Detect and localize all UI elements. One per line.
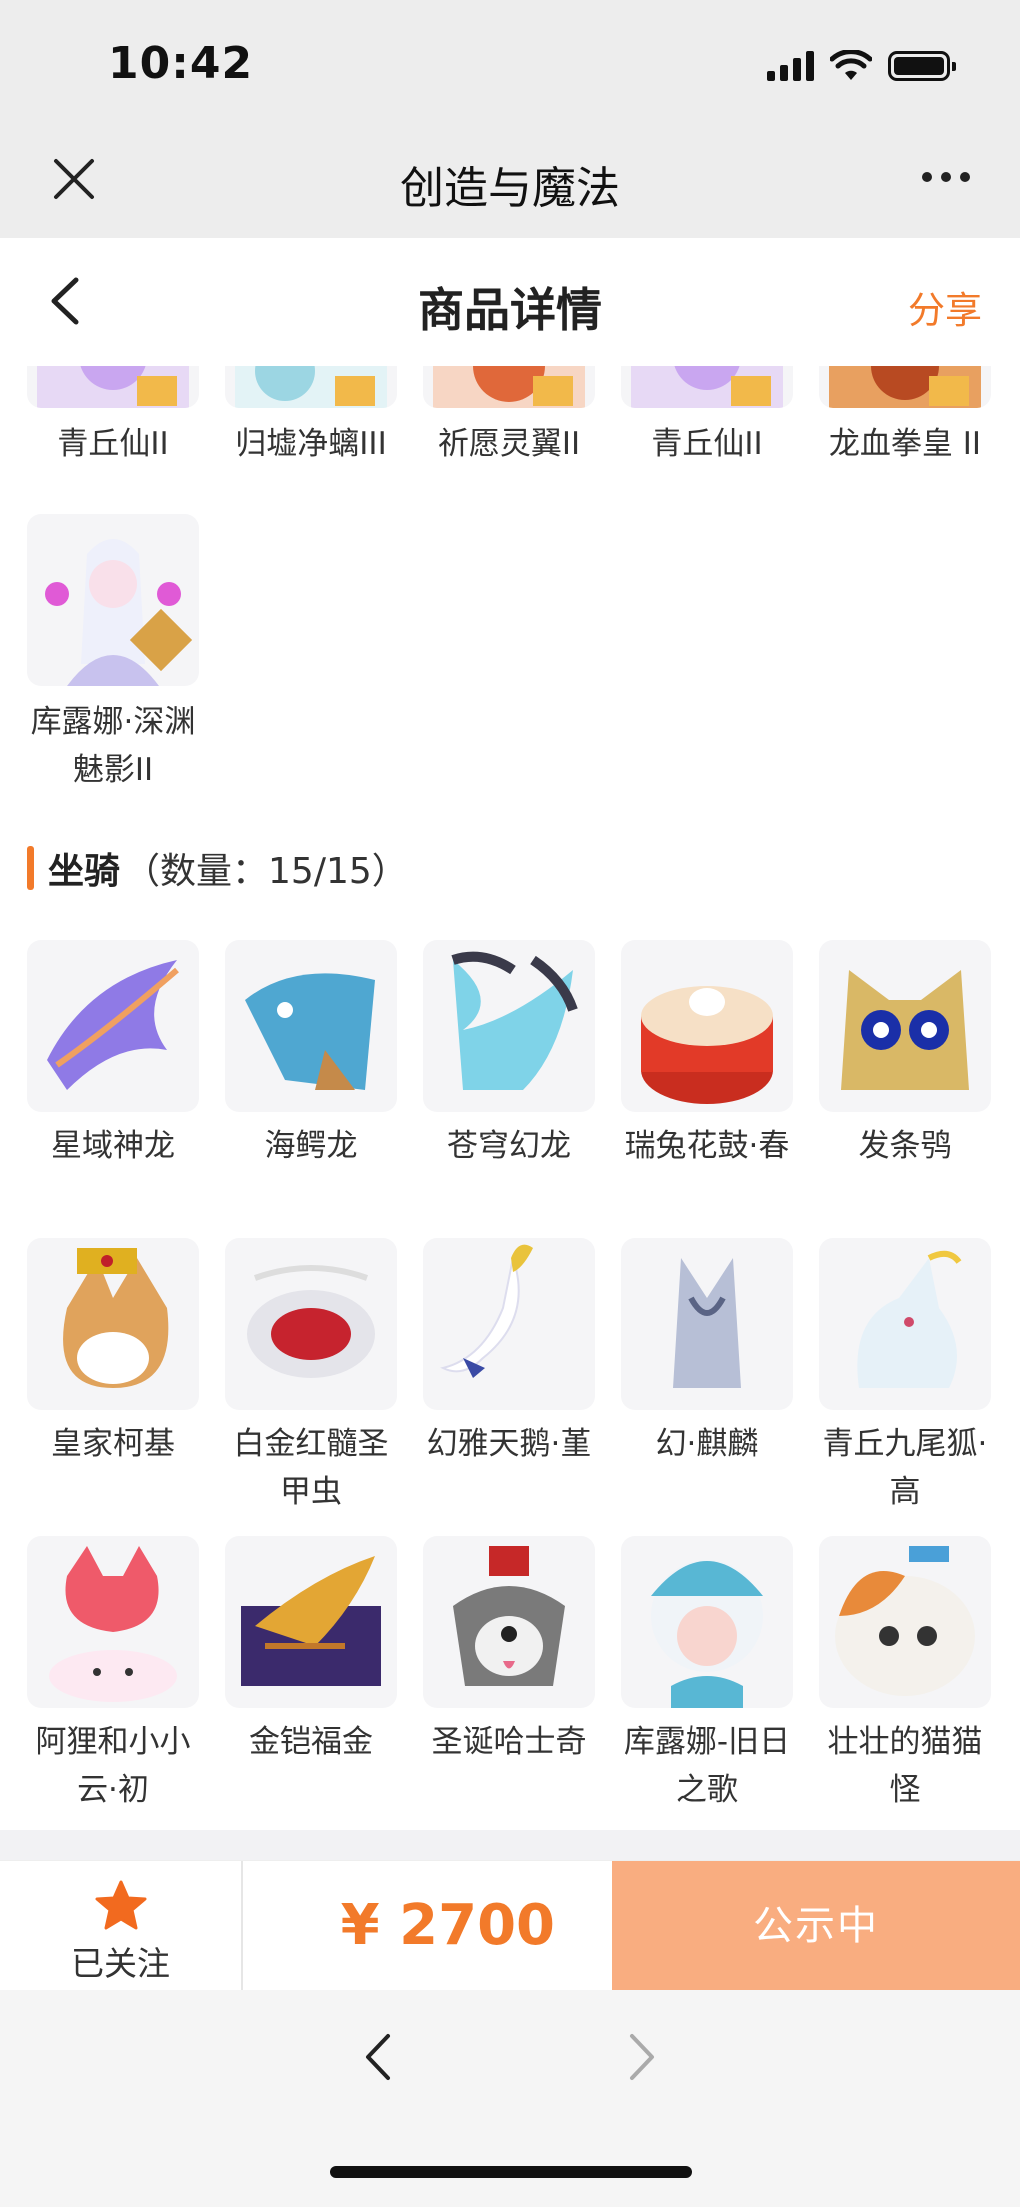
item-image [27, 366, 199, 408]
list-item[interactable]: 苍穹幻龙 [423, 940, 595, 1170]
list-item[interactable]: 龙血拳皇 II [819, 366, 991, 468]
list-item[interactable]: 金铠福金 [225, 1536, 397, 1766]
page-nav-bar: 商品详情 分享 [0, 238, 1020, 366]
item-label: 壮壮的猫猫怪 [827, 1724, 983, 1808]
item-image [225, 1536, 397, 1708]
product-detail-content: 青丘仙II 归墟净螭III 祈愿灵翼II 青丘仙II 龙血拳皇 II 库露娜·深… [0, 366, 1020, 1830]
item-image [819, 1238, 991, 1410]
price: ¥ 2700 [340, 1893, 555, 1958]
item-image [27, 1536, 199, 1708]
item-image [621, 1536, 793, 1708]
item-image [27, 940, 199, 1112]
list-item[interactable]: 瑞兔花鼓·春 [621, 940, 793, 1170]
list-item[interactable]: 皇家柯基 [27, 1238, 199, 1468]
list-item[interactable]: 青丘九尾狐·高 [819, 1238, 991, 1516]
item-image [27, 514, 199, 686]
list-item[interactable]: 青丘仙II [621, 366, 793, 468]
more-menu-icon[interactable] [922, 172, 970, 182]
follow-button[interactable]: 已关注 [0, 1861, 243, 1991]
item-image [423, 940, 595, 1112]
list-item[interactable]: 库露娜·深渊魅影II [27, 514, 199, 794]
status-icons [767, 50, 956, 82]
signal-icon [767, 51, 814, 81]
list-item[interactable]: 归墟净螭III [225, 366, 397, 468]
item-label: 青丘仙II [651, 426, 763, 462]
list-item[interactable]: 白金红髓圣甲虫 [225, 1238, 397, 1516]
list-item[interactable]: 库露娜-旧日之歌 [621, 1536, 793, 1814]
item-label: 青丘九尾狐·高 [822, 1426, 988, 1510]
status-time: 10:42 [108, 38, 254, 89]
item-label: 苍穹幻龙 [447, 1128, 571, 1164]
item-image [819, 940, 991, 1112]
list-item[interactable]: 星域神龙 [27, 940, 199, 1170]
star-icon [95, 1880, 147, 1930]
page-title: 商品详情 [418, 283, 602, 337]
item-label: 库露娜-旧日之歌 [623, 1724, 791, 1808]
item-label: 阿狸和小小云·初 [35, 1724, 191, 1808]
item-image [423, 1238, 595, 1410]
item-image [27, 1238, 199, 1410]
share-button[interactable]: 分享 [908, 280, 982, 334]
item-image [225, 1238, 397, 1410]
item-image [423, 366, 595, 408]
mini-program-title: 创造与魔法 [400, 163, 620, 214]
item-label: 龙血拳皇 II [828, 426, 982, 462]
item-label: 青丘仙II [57, 426, 169, 462]
battery-icon [888, 51, 956, 81]
item-image [225, 366, 397, 408]
list-item[interactable]: 幻·麒麟 [621, 1238, 793, 1468]
section-accent-bar [27, 846, 34, 890]
bottom-action-bar: 已关注 ¥ 2700 公示中 [0, 1860, 1020, 1991]
item-label: 瑞兔花鼓·春 [624, 1128, 790, 1164]
list-item[interactable]: 幻雅天鹅·堇 [423, 1238, 595, 1468]
publicity-status-button[interactable]: 公示中 [612, 1861, 1020, 1991]
item-image [423, 1536, 595, 1708]
item-image [225, 940, 397, 1112]
item-image [621, 940, 793, 1112]
list-item[interactable]: 壮壮的猫猫怪 [819, 1536, 991, 1814]
list-item[interactable]: 海鳄龙 [225, 940, 397, 1170]
item-label: 圣诞哈士奇 [431, 1724, 587, 1760]
nav-back-icon[interactable] [356, 2030, 400, 2084]
home-indicator [330, 2166, 692, 2178]
item-label: 库露娜·深渊魅影II [30, 704, 196, 788]
item-label: 幻·麒麟 [655, 1426, 759, 1462]
list-item[interactable]: 阿狸和小小云·初 [27, 1536, 199, 1814]
section-title-mounts: 坐骑 （数量：15/15） [27, 844, 408, 892]
browser-bottom-nav [0, 1990, 1020, 2207]
item-label: 星域神龙 [51, 1128, 175, 1164]
item-label: 归墟净螭III [235, 426, 387, 462]
nav-forward-icon[interactable] [620, 2030, 664, 2084]
list-item[interactable]: 青丘仙II [27, 366, 199, 468]
wifi-icon [830, 50, 872, 80]
item-label: 白金红髓圣甲虫 [233, 1426, 389, 1510]
item-image [819, 1536, 991, 1708]
item-image [621, 1238, 793, 1410]
item-label: 海鳄龙 [264, 1128, 358, 1164]
section-name: 坐骑 [48, 851, 121, 892]
list-item[interactable]: 发条鸮 [819, 940, 991, 1170]
item-label: 皇家柯基 [51, 1426, 175, 1462]
list-item[interactable]: 祈愿灵翼II [423, 366, 595, 468]
item-label: 祈愿灵翼II [437, 426, 581, 462]
item-label: 幻雅天鹅·堇 [426, 1426, 592, 1462]
item-image [621, 366, 793, 408]
list-item[interactable]: 圣诞哈士奇 [423, 1536, 595, 1766]
item-label: 发条鸮 [858, 1128, 952, 1164]
mini-program-header: 10:42 创造与魔法 [0, 0, 1020, 238]
section-count: （数量：15/15） [124, 851, 408, 892]
item-label: 金铠福金 [249, 1724, 373, 1760]
item-image [819, 366, 991, 408]
follow-label: 已关注 [71, 1944, 170, 1983]
